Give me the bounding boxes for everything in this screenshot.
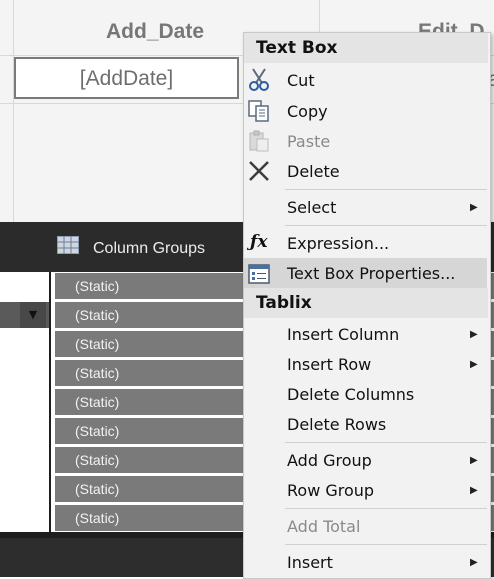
menu-item-paste[interactable]: Paste [287,132,330,151]
menu-item-delete-rows[interactable]: Delete Rows [287,415,386,434]
menu-item-insert[interactable]: Insert [287,553,333,572]
chevron-down-icon[interactable]: ▼ [20,302,46,328]
menu-separator [285,225,487,226]
grid-icon [57,236,79,254]
properties-icon [246,261,272,287]
menu-item-copy[interactable]: Copy [287,102,328,121]
menu-section-text-box: Text Box [244,33,488,63]
menu-section-tablix: Tablix [244,288,488,318]
delete-x-icon [246,158,272,184]
menu-item-insert-row[interactable]: Insert Row [287,355,371,374]
fx-icon: ƒx [250,232,268,252]
column-groups-label: Column Groups [93,240,206,257]
paste-icon [246,128,272,154]
menu-separator [285,508,487,509]
menu-item-cut[interactable]: Cut [287,71,315,90]
chevron-right-icon: ▶ [470,329,478,340]
menu-item-delete[interactable]: Delete [287,162,340,181]
menu-separator [285,544,487,545]
menu-item-text-box-properties[interactable]: Text Box Properties... [287,264,455,283]
menu-item-row-group[interactable]: Row Group [287,481,374,500]
menu-item-add-group[interactable]: Add Group [287,451,372,470]
scissors-icon [246,67,272,93]
menu-item-insert-column[interactable]: Insert Column [287,325,399,344]
menu-item-expression[interactable]: Expression... [287,234,389,253]
chevron-right-icon: ▶ [470,485,478,496]
menu-item-add-total[interactable]: Add Total [287,517,360,536]
menu-separator [285,442,487,443]
copy-icon [246,98,272,124]
chevron-right-icon: ▶ [470,557,478,568]
chevron-right-icon: ▶ [470,359,478,370]
chevron-right-icon: ▶ [470,202,478,213]
menu-separator [285,189,487,190]
grid-line [13,0,14,222]
column-header-add-date[interactable]: Add_Date [106,20,204,44]
chevron-right-icon: ▶ [470,455,478,466]
menu-item-select[interactable]: Select [287,198,336,217]
menu-item-delete-columns[interactable]: Delete Columns [287,385,414,404]
add-date-field-expression: [AddDate] [79,67,174,90]
